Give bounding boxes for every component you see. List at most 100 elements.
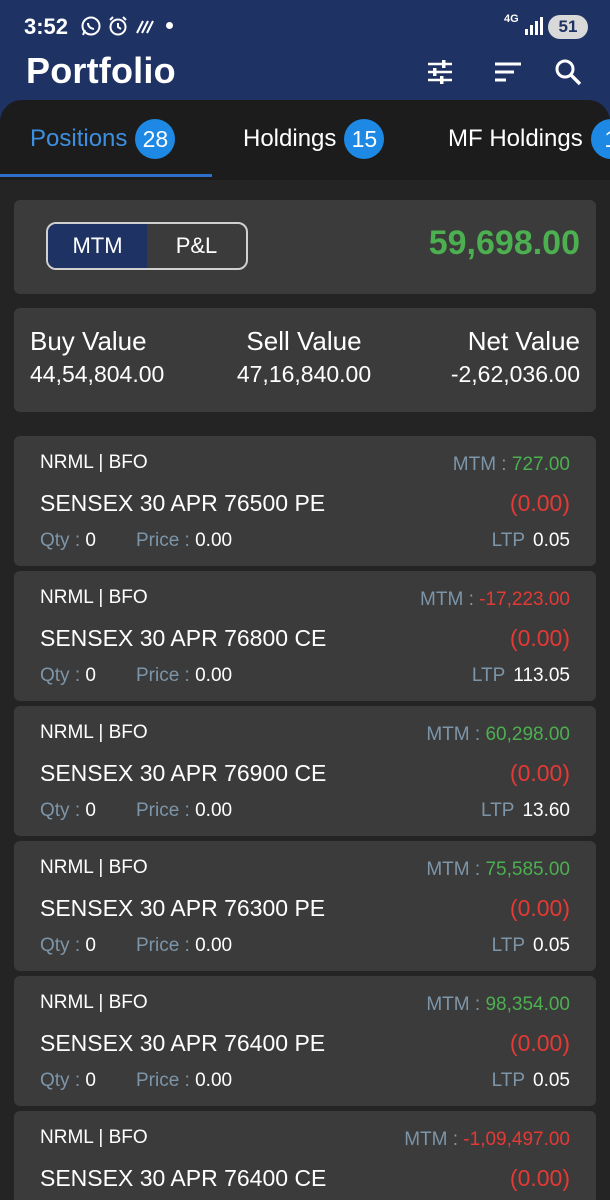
buy-value: Buy Value 44,54,804.00 <box>30 326 164 388</box>
change-value: (0.00) <box>509 1165 570 1191</box>
battery-icon: 51 <box>548 15 588 39</box>
ltp: LTP 0.05 <box>492 1070 570 1092</box>
change-value: (0.00) <box>509 895 570 921</box>
position-mtm: MTM : 60,298.00 <box>426 724 570 746</box>
price-label: Price : <box>135 1070 196 1091</box>
product-type: NRML | BFO <box>40 587 148 608</box>
product-type: NRML | BFO <box>40 722 148 743</box>
status-bar: 3:52 4G 51 <box>0 0 610 52</box>
signal-icon <box>525 17 543 35</box>
filter-sliders-icon[interactable] <box>424 56 456 88</box>
ltp: LTP 0.05 <box>492 530 570 552</box>
qty-label: Qty : <box>40 665 86 686</box>
mtm-value: -17,223.00 <box>479 589 570 610</box>
active-tab-indicator <box>0 174 212 177</box>
qty-label: Qty : <box>40 935 86 956</box>
qty-value: 0 <box>85 935 96 956</box>
price-label: Price : <box>135 935 196 956</box>
tab-mf-holdings[interactable]: MF Holdings 1 <box>448 100 610 178</box>
mtm-value: 727.00 <box>511 454 570 475</box>
price-label: Price : <box>135 530 196 551</box>
mtm-value: 98,354.00 <box>485 994 570 1015</box>
product-type: NRML | BFO <box>40 857 148 878</box>
price-label: Price : <box>135 800 196 821</box>
position-row[interactable]: NRML | BFO MTM : 727.00 SENSEX 30 APR 76… <box>14 436 596 566</box>
position-row[interactable]: NRML | BFO MTM : 98,354.00 SENSEX 30 APR… <box>14 976 596 1106</box>
change-value: (0.00) <box>509 625 570 651</box>
tab-holdings[interactable]: Holdings 15 <box>243 100 385 178</box>
ltp-value: 113.05 <box>513 665 570 686</box>
mtm-label: MTM : <box>426 724 486 745</box>
ltp-label: LTP <box>471 665 506 686</box>
position-row[interactable]: NRML | BFO MTM : 60,298.00 SENSEX 30 APR… <box>14 706 596 836</box>
sort-icon[interactable] <box>492 56 524 88</box>
position-mtm: MTM : 727.00 <box>453 454 570 476</box>
ltp: LTP 0.05 <box>492 935 570 957</box>
instrument-symbol: SENSEX 30 APR 76300 PE <box>40 895 326 921</box>
instrument-symbol: SENSEX 30 APR 76400 CE <box>40 1165 327 1191</box>
change-value: (0.00) <box>509 760 570 786</box>
page-title: Portfolio <box>26 50 176 91</box>
search-icon[interactable] <box>552 56 584 88</box>
mtm-summary-card: MTM P&L 59,698.00 <box>14 200 596 294</box>
price-value: 0.00 <box>195 800 233 821</box>
portfolio-tabs: Positions 28 Holdings 15 MF Holdings 1 <box>0 100 610 180</box>
qty-label: Qty : <box>40 1070 86 1091</box>
qty-value: 0 <box>85 1070 96 1091</box>
ltp-value: 0.05 <box>533 1070 570 1091</box>
qty-price: Qty : 0 Price : 0.00 <box>40 935 232 957</box>
mtm-value: -1,09,497.00 <box>463 1129 570 1150</box>
position-row[interactable]: NRML | BFO MTM : -1,09,497.00 SENSEX 30 … <box>14 1111 596 1200</box>
count-badge: 1 <box>590 119 610 159</box>
price-value: 0.00 <box>195 665 233 686</box>
value-summary-card: Buy Value 44,54,804.00 Sell Value 47,16,… <box>14 308 596 412</box>
tab-label: Positions <box>30 125 128 152</box>
qty-value: 0 <box>85 530 96 551</box>
notification-dot <box>166 22 173 29</box>
position-row[interactable]: NRML | BFO MTM : 75,585.00 SENSEX 30 APR… <box>14 841 596 971</box>
ltp: LTP 113.05 <box>472 665 570 687</box>
change-value: (0.00) <box>509 1030 570 1056</box>
instrument-symbol: SENSEX 30 APR 76400 PE <box>40 1030 326 1056</box>
sell-value: Sell Value 47,16,840.00 <box>224 326 384 388</box>
toggle-pnl[interactable]: P&L <box>147 224 246 268</box>
price-label: Price : <box>135 665 196 686</box>
network-type: 4G <box>504 13 519 25</box>
qty-price: Qty : 0 Price : 0.00 <box>40 1070 232 1092</box>
ltp-value: 0.05 <box>533 935 570 956</box>
ltp-label: LTP <box>491 935 526 956</box>
mtm-value: 75,585.00 <box>485 859 570 880</box>
position-mtm: MTM : -1,09,497.00 <box>404 1129 570 1151</box>
qty-value: 0 <box>85 665 96 686</box>
instrument-symbol: SENSEX 30 APR 76800 CE <box>40 625 327 651</box>
tab-positions[interactable]: Positions 28 <box>30 100 176 178</box>
qty-price: Qty : 0 Price : 0.00 <box>40 530 232 552</box>
mtm-label: MTM : <box>426 994 486 1015</box>
ltp-label: LTP <box>491 1070 526 1091</box>
product-type: NRML | BFO <box>40 992 148 1013</box>
buy-value-label: Buy Value <box>30 326 147 356</box>
mtm-pnl-toggle[interactable]: MTM P&L <box>46 222 248 270</box>
position-mtm: MTM : 75,585.00 <box>426 859 570 881</box>
mtm-label: MTM : <box>452 454 512 475</box>
sell-value-amount: 47,16,840.00 <box>236 361 372 387</box>
position-mtm: MTM : 98,354.00 <box>426 994 570 1016</box>
product-type: NRML | BFO <box>40 452 148 473</box>
mtm-value: 60,298.00 <box>485 724 570 745</box>
qty-value: 0 <box>85 800 96 821</box>
whatsapp-icon <box>81 16 101 36</box>
count-badge: 28 <box>135 119 176 159</box>
product-type: NRML | BFO <box>40 1127 148 1148</box>
instrument-symbol: SENSEX 30 APR 76500 PE <box>40 490 326 516</box>
price-value: 0.00 <box>195 530 233 551</box>
ltp-label: LTP <box>491 530 526 551</box>
ltp: LTP 13.60 <box>481 800 570 822</box>
position-row[interactable]: NRML | BFO MTM : -17,223.00 SENSEX 30 AP… <box>14 571 596 701</box>
status-time: 3:52 <box>24 14 69 39</box>
nfc-icon <box>136 20 154 34</box>
price-value: 0.00 <box>195 1070 233 1091</box>
tab-label: Holdings <box>243 125 337 152</box>
toggle-mtm[interactable]: MTM <box>48 224 147 268</box>
mtm-label: MTM : <box>426 859 486 880</box>
qty-label: Qty : <box>40 800 86 821</box>
